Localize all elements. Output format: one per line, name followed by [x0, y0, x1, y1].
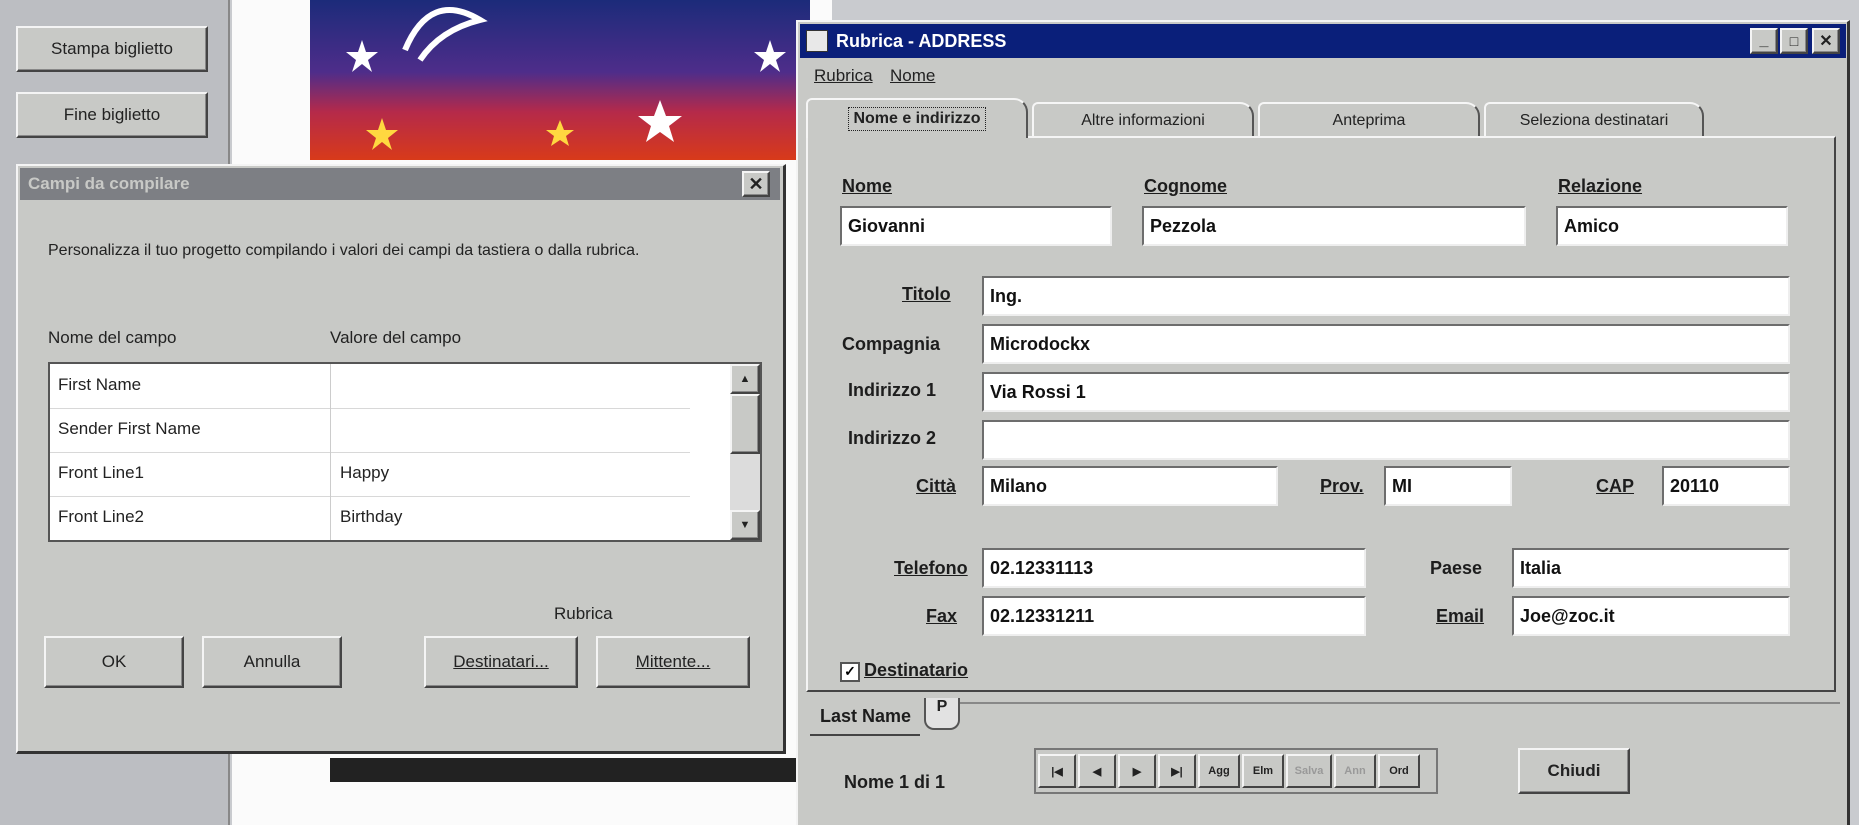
fields-dialog-instructions: Personalizza il tuo progetto compilando …	[48, 242, 640, 259]
destinatario-label: Destinatario	[864, 660, 969, 680]
label-relazione: Relazione	[1558, 176, 1643, 196]
table-row[interactable]: First Name	[50, 364, 690, 409]
table-row[interactable]: Front Line2 Birthday	[50, 496, 690, 540]
field-name: Front Line2	[58, 507, 144, 526]
tab-anteprima[interactable]: Anteprima	[1258, 102, 1480, 138]
first-record-button[interactable]: |◀	[1038, 754, 1076, 788]
bottom-tab-p[interactable]: P	[924, 698, 960, 730]
rubrica-titlebar[interactable]: Rubrica - ADDRESS _ □ ✕	[800, 24, 1846, 58]
fax-field[interactable]: 02.12331211	[982, 596, 1366, 636]
email-field[interactable]: Joe@zoc.it	[1512, 596, 1790, 636]
column-field-value: Valore del campo	[330, 328, 462, 347]
cognome-field[interactable]: Pezzola	[1142, 206, 1526, 246]
destinatario-checkbox[interactable]: ✓	[840, 662, 860, 682]
prov-field[interactable]: MI	[1384, 466, 1512, 506]
card-banner-image	[310, 0, 810, 160]
fields-table: First Name Sender First Name Front Line1…	[48, 362, 762, 542]
cap-field[interactable]: 20110	[1662, 466, 1790, 506]
add-record-button[interactable]: Agg	[1198, 754, 1240, 788]
tab-nome-indirizzo[interactable]: Nome e indirizzo	[806, 98, 1028, 138]
vertical-scrollbar[interactable]: ▲ ▼	[730, 364, 760, 540]
record-status: Nome 1 di 1	[844, 772, 946, 792]
telefono-field[interactable]: 02.12331113	[982, 548, 1366, 588]
rubrica-group-label: Rubrica	[554, 604, 613, 623]
field-value: Birthday	[340, 507, 403, 526]
label-cognome: Cognome	[1144, 176, 1227, 196]
field-name: Sender First Name	[58, 419, 201, 438]
sort-button[interactable]: Ord	[1378, 754, 1420, 788]
fields-dialog-title: Campi da compilare	[28, 174, 190, 193]
rubrica-title: Rubrica - ADDRESS	[836, 31, 1007, 51]
label-indirizzo1: Indirizzo 1	[848, 380, 937, 400]
paese-field[interactable]: Italia	[1512, 548, 1790, 588]
prev-record-button[interactable]: ◀	[1078, 754, 1116, 788]
field-name: Front Line1	[58, 463, 144, 482]
indirizzo2-field[interactable]	[982, 420, 1790, 460]
fields-dialog-titlebar[interactable]: Campi da compilare ✕	[20, 168, 780, 200]
card-shadow-line	[330, 758, 810, 782]
label-indirizzo2: Indirizzo 2	[848, 428, 937, 448]
menu-rubrica[interactable]: Rubrica	[814, 66, 873, 86]
table-row[interactable]: Sender First Name	[50, 408, 690, 453]
bottom-tab-lastname[interactable]: Last Name	[810, 698, 920, 736]
indirizzo1-field[interactable]: Via Rossi 1	[982, 372, 1790, 412]
field-value: Happy	[340, 463, 390, 482]
titolo-field[interactable]: Ing.	[982, 276, 1790, 316]
last-record-button[interactable]: ▶|	[1158, 754, 1196, 788]
column-field-name: Nome del campo	[48, 328, 177, 347]
next-record-button[interactable]: ▶	[1118, 754, 1156, 788]
label-paese: Paese	[1430, 558, 1483, 578]
print-card-button[interactable]: Stampa biglietto	[16, 26, 208, 72]
sender-button[interactable]: Mittente...	[596, 636, 750, 688]
undo-record-button[interactable]: Ann	[1334, 754, 1376, 788]
stars-graphic	[346, 7, 786, 150]
delete-record-button[interactable]: Elm	[1242, 754, 1284, 788]
close-icon[interactable]: ✕	[1812, 28, 1840, 54]
menu-nome[interactable]: Nome	[890, 66, 935, 86]
maximize-icon[interactable]: □	[1780, 28, 1808, 54]
cancel-button[interactable]: Annulla	[202, 636, 342, 688]
label-email: Email	[1436, 606, 1485, 626]
app-icon	[806, 30, 828, 52]
scroll-thumb[interactable]	[730, 394, 760, 454]
label-fax: Fax	[926, 606, 958, 626]
finish-card-button[interactable]: Fine biglietto	[16, 92, 208, 138]
bottom-tab-label: P	[936, 698, 948, 715]
label-citta: Città	[916, 476, 956, 496]
ok-button[interactable]: OK	[44, 636, 184, 688]
close-icon[interactable]: ✕	[742, 171, 770, 197]
label-prov: Prov.	[1320, 476, 1364, 496]
compagnia-field[interactable]: Microdockx	[982, 324, 1790, 364]
label-nome: Nome	[842, 176, 893, 196]
field-name: First Name	[58, 375, 142, 394]
save-record-button[interactable]: Salva	[1286, 754, 1332, 788]
column-divider	[330, 364, 331, 540]
table-row[interactable]: Front Line1 Happy	[50, 452, 690, 497]
minimize-icon[interactable]: _	[1750, 28, 1778, 54]
citta-field[interactable]: Milano	[982, 466, 1278, 506]
tab-seleziona-destinatari[interactable]: Seleziona destinatari	[1484, 102, 1704, 138]
scroll-down-icon[interactable]: ▼	[730, 510, 760, 540]
scroll-up-icon[interactable]: ▲	[730, 364, 760, 394]
rubrica-window: Rubrica - ADDRESS _ □ ✕ Rubrica Nome Nom…	[796, 20, 1850, 825]
label-cap: CAP	[1596, 476, 1635, 496]
relazione-field[interactable]: Amico	[1556, 206, 1788, 246]
label-telefono: Telefono	[894, 558, 968, 578]
tab-altre-informazioni[interactable]: Altre informazioni	[1032, 102, 1254, 138]
fields-dialog: Campi da compilare ✕ Personalizza il tuo…	[16, 164, 786, 754]
nome-field[interactable]: Giovanni	[840, 206, 1112, 246]
bottom-tab-label: Last Name	[820, 706, 912, 726]
label-titolo: Titolo	[902, 284, 951, 304]
bottom-divider	[960, 702, 1840, 704]
tab-label: Nome e indirizzo	[848, 107, 986, 131]
recipients-button[interactable]: Destinatari...	[424, 636, 578, 688]
label-compagnia: Compagnia	[842, 334, 941, 354]
close-rubrica-button[interactable]: Chiudi	[1518, 748, 1630, 794]
